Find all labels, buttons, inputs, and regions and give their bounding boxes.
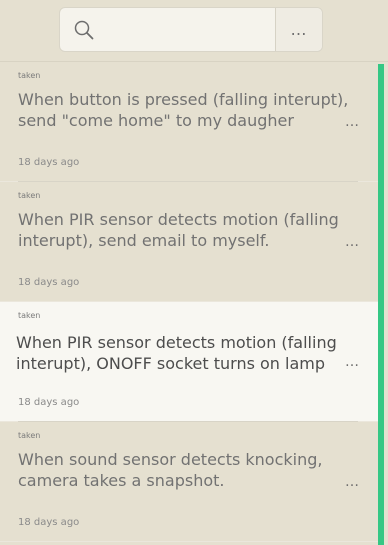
task-menu-icon[interactable]: … [345,474,360,490]
task-time: 18 days ago [18,517,80,528]
task-status: taken [18,431,41,440]
scrollbar-thumb[interactable] [378,64,384,545]
task-card[interactable]: taken When sound sensor detects knocking… [0,422,378,542]
task-status: taken [18,71,41,80]
task-card-selected[interactable]: taken When PIR sensor detects motion (fa… [0,302,378,422]
top-toolbar: … [0,0,388,62]
task-text: When PIR sensor detects motion (falling … [16,333,337,373]
search-bar[interactable]: … [59,7,323,52]
task-menu-icon[interactable]: … [345,354,360,370]
search-icon [74,20,94,40]
task-time: 18 days ago [18,277,80,288]
task-card[interactable]: taken When button is pressed (falling in… [0,62,378,182]
search-input[interactable] [104,14,278,46]
task-time: 18 days ago [18,397,80,408]
task-status: taken [18,191,41,200]
task-text: When sound sensor detects knocking, came… [18,450,323,490]
task-text: When PIR sensor detects motion (falling … [18,210,339,250]
task-time: 18 days ago [18,157,80,168]
more-options-icon: … [290,20,308,39]
task-status: taken [18,311,41,320]
task-menu-icon[interactable]: … [345,114,360,130]
task-card[interactable]: taken When PIR sensor detects motion (fa… [0,182,378,302]
task-menu-icon[interactable]: … [345,234,360,250]
more-options-button[interactable]: … [275,8,322,51]
task-text: When button is pressed (falling interupt… [18,90,349,130]
